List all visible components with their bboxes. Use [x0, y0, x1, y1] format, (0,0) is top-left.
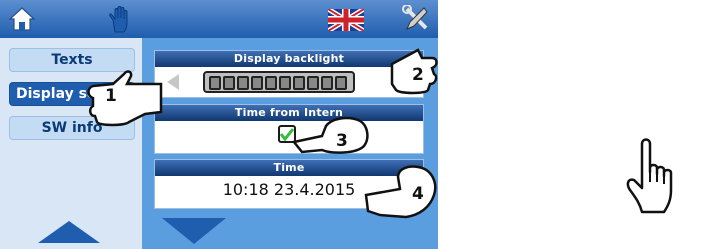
time-from-internet-card: Time from Intern: [154, 104, 424, 154]
callout-number-3: 3: [336, 131, 348, 151]
backlight-title: Display backlight: [155, 51, 423, 67]
backlight-level-bar[interactable]: [203, 71, 355, 93]
uk-flag-icon[interactable]: [328, 9, 364, 31]
backlight-segment: [209, 76, 221, 90]
backlight-segment: [307, 76, 319, 90]
backlight-segment: [265, 76, 277, 90]
touch-screen: Texts Display set SW info Display backli…: [0, 0, 438, 249]
callout-hand-4: 4: [364, 165, 437, 219]
callout-hand-2: 2: [390, 48, 438, 95]
callout-hand-3: 3: [292, 116, 369, 154]
callout-hand-1: 1: [87, 70, 163, 127]
backlight-segment: [279, 76, 291, 90]
scroll-up-arrow-icon[interactable]: [38, 221, 100, 243]
backlight-segment: [335, 76, 347, 90]
home-icon[interactable]: [8, 6, 36, 32]
callout-number-2: 2: [412, 65, 424, 85]
tools-icon[interactable]: [402, 5, 430, 33]
pointing-hand-cursor-icon: [626, 138, 673, 214]
manual-mode-hand-icon[interactable]: [107, 6, 133, 34]
backlight-segment: [251, 76, 263, 90]
callout-number-4: 4: [412, 184, 424, 204]
backlight-segment: [223, 76, 235, 90]
backlight-segment: [321, 76, 333, 90]
backlight-segment: [237, 76, 249, 90]
backlight-card: Display backlight: [154, 50, 424, 98]
backlight-segment: [293, 76, 305, 90]
top-bar: [0, 0, 438, 38]
time-from-internet-title: Time from Intern: [155, 105, 423, 121]
backlight-decrease-arrow-icon[interactable]: [167, 74, 179, 90]
scroll-down-arrow-icon[interactable]: [162, 218, 226, 244]
callout-number-1: 1: [105, 86, 117, 106]
